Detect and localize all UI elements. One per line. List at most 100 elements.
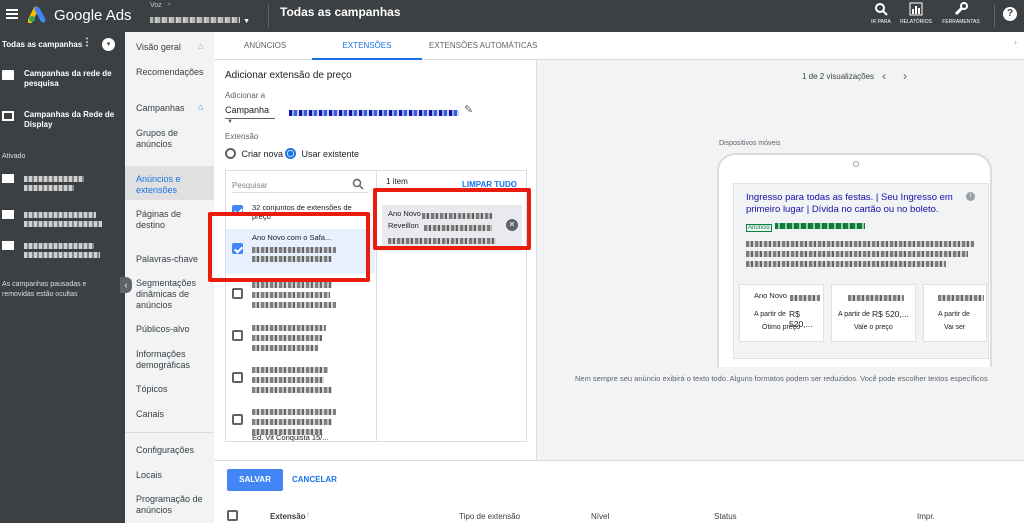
price-card-sub: Ótimo preço (762, 324, 801, 331)
column-extension-type[interactable]: Tipo de extensão (459, 512, 520, 521)
tab-automated-extensions[interactable]: EXTENSÕES AUTOMÁTICAS (429, 32, 549, 60)
column-level[interactable]: Nível (591, 512, 609, 521)
sort-arrow-icon[interactable]: ↑ (306, 510, 310, 519)
search-campaigns-label: Campanhas da rede de pesquisa (24, 69, 112, 88)
page-menu: Visão geral ⌂ Recomendações Campanhas ⌂ … (125, 32, 214, 523)
nav-demographics[interactable]: Informações demográficas (136, 349, 201, 371)
tab-ads[interactable]: ANÚNCIOS (244, 32, 286, 60)
nav-dynamic-ad-targets[interactable]: Segmentações dinâmicas de anúncios (136, 278, 204, 311)
header-checkbox[interactable] (227, 510, 238, 521)
display-campaigns-item[interactable]: Campanhas da Rede de Display (0, 110, 125, 132)
campaign-icon (2, 210, 14, 219)
item-checkbox[interactable] (232, 372, 243, 383)
previous-arrow-icon[interactable]: ‹ (882, 69, 886, 83)
account-selector[interactable]: ▼ (150, 14, 260, 25)
list-item[interactable] (226, 319, 375, 357)
info-icon[interactable]: i (966, 192, 975, 201)
panel-collapse-icon[interactable]: ‹ (120, 277, 132, 293)
nav-keywords[interactable]: Palavras-chave (136, 254, 198, 265)
campaign-item[interactable] (0, 172, 125, 194)
item-checkbox[interactable] (232, 330, 243, 341)
dropdown-icon: ▼ (243, 18, 250, 25)
price-card[interactable]: A partir de Vai ser (923, 284, 987, 342)
nav-divider (125, 432, 214, 433)
all-campaigns-row[interactable]: Todas as campanhas ⋮ ▾ (0, 38, 125, 52)
add-to-select[interactable]: Campanha ▼ (225, 105, 275, 125)
nav-ad-schedule[interactable]: Programação de anúncios (136, 494, 204, 516)
search-icon (875, 3, 888, 16)
highlight-box-selected-item (208, 212, 370, 282)
edit-pencil-icon[interactable]: ✎ (464, 103, 473, 116)
truncation-note: Nem sempre seu anúncio exibirá o texto t… (575, 374, 988, 383)
campaign-item[interactable] (0, 208, 125, 230)
tools-label: FERRAMENTAS (942, 19, 980, 25)
nav-ad-groups[interactable]: Grupos de anúncios (136, 128, 196, 150)
dropdown-icon: ▼ (227, 119, 233, 125)
google-ads-logo-icon[interactable] (27, 5, 48, 26)
active-section-label: Ativado (2, 153, 26, 160)
next-arrow-icon[interactable]: › (903, 69, 907, 83)
menu-icon[interactable] (6, 8, 18, 20)
radio-icon (225, 148, 236, 160)
nav-ads-extensions[interactable]: Anúncios e extensões (136, 174, 198, 196)
help-icon[interactable]: ? (1003, 7, 1017, 21)
campaign-panel: Todas as campanhas ⋮ ▾ Campanhas da rede… (0, 32, 132, 523)
radio-use-existing[interactable]: Usar existente (285, 148, 360, 160)
item-checkbox[interactable] (232, 414, 243, 425)
save-button[interactable]: SALVAR (227, 469, 283, 491)
go-to-button[interactable]: IR PARA (868, 2, 894, 25)
nav-overview[interactable]: Visão geral (136, 42, 181, 53)
selected-count: 1 item (386, 177, 408, 186)
phone-frame: Ingresso para todas as festas. | Seu Ing… (717, 153, 992, 367)
phone-camera-icon (853, 161, 859, 167)
price-card-sub: Vai ser (944, 324, 966, 331)
footer: SALVAR CANCELAR Extensão ↑ Tipo de exten… (214, 460, 1024, 523)
nav-topics[interactable]: Tópicos (136, 384, 168, 395)
extension-label: Extensão (225, 132, 259, 141)
reports-button[interactable]: RELATÓRIOS (898, 2, 934, 25)
price-card[interactable]: Ano Novo A partir de R$ 520,... Ótimo pr… (739, 284, 824, 342)
price-card[interactable]: A partir de R$ 520,... Vale o preço (831, 284, 916, 342)
cancel-button[interactable]: CANCELAR (292, 469, 337, 491)
home-icon: ⌂ (198, 102, 204, 112)
column-extension[interactable]: Extensão (270, 512, 306, 521)
tools-button[interactable]: FERRAMENTAS (938, 2, 984, 25)
list-item[interactable] (226, 361, 375, 399)
nav-settings[interactable]: Configurações (136, 445, 194, 456)
highlight-box-selected-pane (373, 188, 531, 250)
column-status[interactable]: Status (714, 512, 737, 521)
chart-icon (909, 2, 923, 16)
collapse-circle-icon[interactable]: ▾ (102, 38, 115, 51)
search-campaign-icon (2, 70, 14, 80)
product-name: Google Ads (54, 7, 132, 24)
nav-locations[interactable]: Locais (136, 470, 162, 481)
page-title: Todas as campanhas (280, 5, 401, 19)
chevron-right-icon[interactable]: › (1014, 37, 1017, 47)
home-icon: ⌂ (198, 41, 204, 51)
nav-landing-pages[interactable]: Páginas de destino (136, 209, 196, 231)
campaign-name-value (289, 107, 459, 119)
preview-counter: 1 de 2 visualizações (802, 72, 875, 81)
price-card-from: A partir de (754, 311, 786, 318)
add-to-label: Adicionar a (225, 91, 266, 100)
search-icon (352, 178, 364, 190)
radio-selected-icon (285, 148, 296, 160)
account-label: Voz (150, 2, 162, 9)
campaign-icon (2, 241, 14, 250)
radio-create-new[interactable]: Criar nova (225, 148, 283, 160)
item-checkbox[interactable] (232, 288, 243, 299)
nav-audiences[interactable]: Públicos-alvo (136, 324, 190, 335)
nav-campaigns[interactable]: Campanhas (136, 103, 185, 114)
price-card-from: A partir de (938, 311, 970, 318)
campaign-item[interactable] (0, 239, 125, 261)
search-campaigns-item[interactable]: Campanhas da rede de pesquisa (0, 69, 125, 91)
ad-badge: Anúncio (746, 224, 772, 232)
ad-headline[interactable]: Ingresso para todas as festas. | Seu Ing… (746, 192, 974, 216)
more-vert-icon[interactable]: ⋮ (82, 38, 92, 48)
nav-recommendations[interactable]: Recomendações (136, 67, 204, 78)
nav-placements[interactable]: Canais (136, 409, 164, 420)
search-input[interactable]: Pesquisar (232, 179, 368, 193)
tab-extensions[interactable]: EXTENSÕES (312, 32, 422, 60)
radio-use-existing-label: Usar existente (301, 148, 360, 159)
column-impressions[interactable]: Impr. (917, 512, 935, 521)
